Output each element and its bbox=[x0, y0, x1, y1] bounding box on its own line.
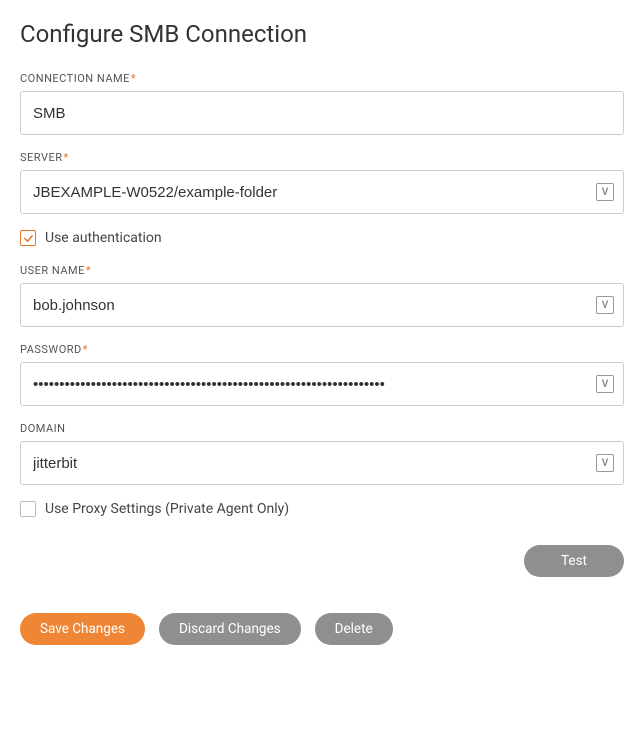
password-label-text: PASSWORD bbox=[20, 343, 82, 356]
connection-name-input[interactable] bbox=[20, 91, 624, 135]
action-buttons-row: Save Changes Discard Changes Delete bbox=[20, 613, 624, 645]
password-group: PASSWORD* V bbox=[20, 343, 624, 406]
use-proxy-row: Use Proxy Settings (Private Agent Only) bbox=[20, 501, 624, 517]
required-asterisk: * bbox=[64, 151, 69, 164]
server-input[interactable] bbox=[20, 170, 624, 214]
checkmark-icon bbox=[23, 233, 34, 244]
password-input[interactable] bbox=[20, 362, 624, 406]
variable-icon[interactable]: V bbox=[596, 375, 614, 393]
domain-label-text: DOMAIN bbox=[20, 422, 66, 435]
server-group: SERVER* V bbox=[20, 151, 624, 214]
server-label: SERVER* bbox=[20, 151, 624, 164]
variable-icon[interactable]: V bbox=[596, 183, 614, 201]
user-name-label-text: USER NAME bbox=[20, 264, 85, 277]
discard-button[interactable]: Discard Changes bbox=[159, 613, 301, 645]
use-authentication-row: Use authentication bbox=[20, 230, 624, 246]
domain-group: DOMAIN V bbox=[20, 422, 624, 485]
domain-input[interactable] bbox=[20, 441, 624, 485]
user-name-label: USER NAME* bbox=[20, 264, 624, 277]
test-button-row: Test bbox=[20, 545, 624, 577]
domain-label: DOMAIN bbox=[20, 422, 624, 435]
test-button[interactable]: Test bbox=[524, 545, 624, 577]
use-authentication-label[interactable]: Use authentication bbox=[45, 230, 162, 246]
password-label: PASSWORD* bbox=[20, 343, 624, 356]
server-label-text: SERVER bbox=[20, 151, 63, 164]
use-proxy-checkbox[interactable] bbox=[20, 501, 36, 517]
use-authentication-checkbox[interactable] bbox=[20, 230, 36, 246]
page-title: Configure SMB Connection bbox=[20, 20, 624, 48]
required-asterisk: * bbox=[86, 264, 91, 277]
save-button[interactable]: Save Changes bbox=[20, 613, 145, 645]
user-name-group: USER NAME* V bbox=[20, 264, 624, 327]
connection-name-group: CONNECTION NAME* bbox=[20, 72, 624, 135]
user-name-input[interactable] bbox=[20, 283, 624, 327]
variable-icon[interactable]: V bbox=[596, 296, 614, 314]
use-proxy-label[interactable]: Use Proxy Settings (Private Agent Only) bbox=[45, 501, 289, 517]
required-asterisk: * bbox=[131, 72, 136, 85]
required-asterisk: * bbox=[83, 343, 88, 356]
connection-name-label-text: CONNECTION NAME bbox=[20, 72, 130, 85]
delete-button[interactable]: Delete bbox=[315, 613, 393, 645]
variable-icon[interactable]: V bbox=[596, 454, 614, 472]
connection-name-label: CONNECTION NAME* bbox=[20, 72, 624, 85]
